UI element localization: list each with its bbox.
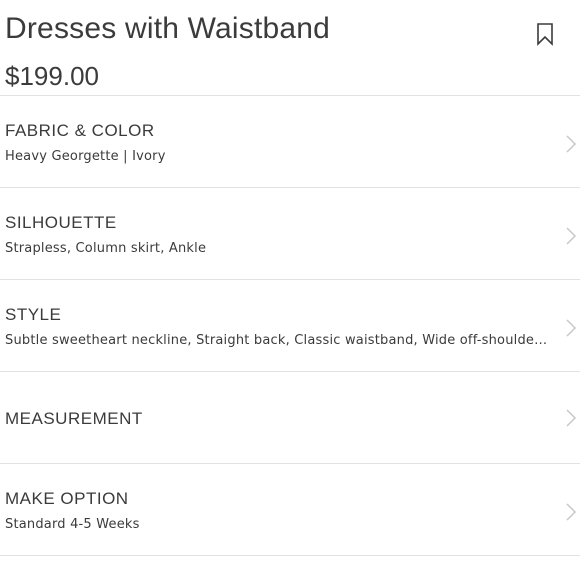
option-label: STYLE <box>5 305 62 324</box>
bookmark-icon[interactable] <box>535 22 555 46</box>
product-price: $199.00 <box>5 61 99 91</box>
chevron-right-icon <box>566 135 577 153</box>
option-row-make-option[interactable]: MAKE OPTION Standard 4-5 Weeks <box>0 464 580 556</box>
option-value: Standard 4-5 Weeks <box>5 517 140 532</box>
option-value: Strapless, Column skirt, Ankle <box>5 241 207 256</box>
product-title: Dresses with Waistband <box>5 12 331 45</box>
option-row-fabric-color[interactable]: FABRIC & COLOR Heavy Georgette | Ivory <box>0 96 580 188</box>
chevron-right-icon <box>566 227 577 245</box>
chevron-right-icon <box>566 503 577 521</box>
option-row-measurement[interactable]: MEASUREMENT <box>0 372 580 464</box>
option-value: Heavy Georgette | Ivory <box>5 149 166 164</box>
chevron-right-icon <box>566 319 577 337</box>
option-label: FABRIC & COLOR <box>5 121 155 140</box>
product-detail-page: Dresses with Waistband $199.00 FABRIC & … <box>0 0 580 580</box>
option-label: MEASUREMENT <box>5 409 143 428</box>
option-label: MAKE OPTION <box>5 489 129 508</box>
option-value: Subtle sweetheart neckline, Straight bac… <box>5 333 550 348</box>
option-row-style[interactable]: STYLE Subtle sweetheart neckline, Straig… <box>0 280 580 372</box>
product-header: Dresses with Waistband $199.00 <box>0 0 580 96</box>
chevron-right-icon <box>566 409 577 427</box>
product-options-list: FABRIC & COLOR Heavy Georgette | Ivory S… <box>0 96 580 556</box>
option-row-silhouette[interactable]: SILHOUETTE Strapless, Column skirt, Ankl… <box>0 188 580 280</box>
option-label: SILHOUETTE <box>5 213 117 232</box>
